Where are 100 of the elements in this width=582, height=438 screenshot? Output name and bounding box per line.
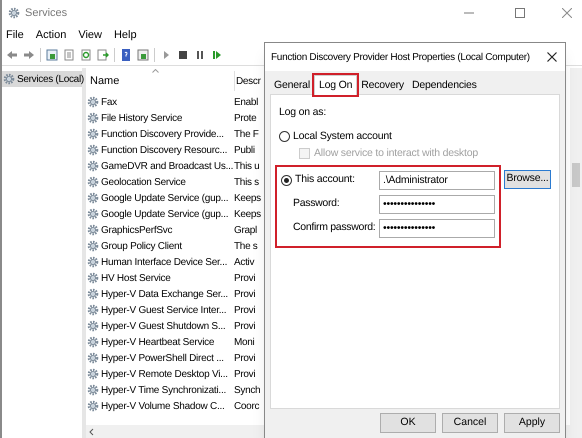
tab[interactable]: Dependencies [408,77,481,94]
menu-item[interactable]: Action [36,26,66,44]
menu-item[interactable]: View [78,26,102,44]
gear-icon [87,384,99,396]
service-description: Synch [233,384,260,398]
gear-icon [87,368,99,380]
service-name[interactable]: File History Service [101,110,182,126]
help-icon[interactable] [120,48,132,60]
browse-button[interactable]: Browse... [504,170,551,189]
radio-label: Local System account [293,128,392,144]
service-description: Keeps [233,208,261,222]
service-description: The s [233,240,258,254]
sort-caret-icon [152,69,159,73]
gear-icon [87,304,99,316]
password-field[interactable]: ••••••••••••••• [379,218,495,238]
gear-icon [87,288,99,300]
service-description: Provi [233,304,256,318]
refresh-icon[interactable] [80,48,92,60]
service-name[interactable]: Group Policy Client [101,238,182,254]
gear-icon [87,160,99,172]
resume-icon[interactable] [211,48,223,60]
menu-item[interactable]: Help [114,26,137,44]
password-field[interactable]: ••••••••••••••• [379,194,495,214]
column-header[interactable]: Name [86,72,234,90]
forward-arrow-icon[interactable] [23,48,35,60]
service-description: Publi [233,144,255,158]
gear-icon [87,144,99,156]
service-description: Provi [233,320,256,334]
service-name[interactable]: Human Interface Device Ser... [101,254,228,270]
gear-icon [87,192,99,204]
gear-icon [87,256,99,268]
close-icon[interactable] [547,52,557,62]
stop-icon[interactable] [177,48,189,60]
gear-icon [87,400,99,412]
service-description: Enabl [233,96,258,110]
service-name[interactable]: Hyper-V Heartbeat Service [101,334,214,350]
service-name[interactable]: HV Host Service [101,270,171,286]
radio-label: This account: [295,172,355,188]
tab[interactable]: General [270,77,314,94]
gear-icon [87,272,99,284]
dialog-button[interactable]: Cancel [442,413,498,433]
tree-item[interactable]: Services (Local) [2,71,82,87]
service-name[interactable]: Geolocation Service [101,174,186,190]
window-icon[interactable] [137,48,149,60]
vertical-scrollbar[interactable] [570,68,582,425]
service-description: Keeps [233,192,261,206]
gear-icon [3,73,15,85]
menu-item[interactable]: File [6,26,24,44]
gear-icon [87,320,99,332]
gear-icon [87,112,99,124]
scrollbar-thumb[interactable] [572,163,580,187]
service-description: Provi [233,288,256,302]
dialog-button[interactable]: Apply [504,413,560,433]
radio-button[interactable] [281,174,292,186]
window-title: Services [25,6,68,21]
maximize-icon[interactable] [515,8,525,18]
pause-icon[interactable] [194,48,206,60]
gear-icon [87,240,99,252]
service-name[interactable]: Hyper-V Time Synchronizati... [101,382,226,398]
back-arrow-icon[interactable] [6,48,18,60]
service-name[interactable]: Hyper-V Guest Service Inter... [101,302,226,318]
service-name[interactable]: Fax [101,94,117,110]
gear-icon [8,7,20,19]
service-name[interactable]: Hyper-V Volume Shadow C... [101,398,225,414]
panel-icon[interactable] [46,48,58,60]
column-header[interactable]: Descr [235,74,261,88]
service-description: Moni [233,336,254,350]
dialog-title: Function Discovery Provider Host Properties (Local Computer) [271,50,531,64]
gear-icon [87,96,99,108]
section-label: Log on as: [279,105,328,120]
list-icon[interactable] [63,48,75,60]
dialog-button[interactable]: OK [380,413,436,433]
service-name[interactable]: Hyper-V PowerShell Direct ... [101,350,224,366]
export-icon[interactable] [97,48,109,60]
account-field[interactable]: .\Administrator [379,170,495,190]
service-description: This u [233,160,260,174]
service-name[interactable]: GameDVR and Broadcast Us... [101,158,234,174]
gear-icon [87,208,99,220]
tab[interactable]: Log On [314,75,358,95]
service-name[interactable]: Google Update Service (gup... [101,206,228,222]
gear-icon [87,224,99,236]
scroll-left-icon[interactable] [89,428,94,436]
radio-button[interactable] [279,131,290,142]
service-name[interactable]: Hyper-V Remote Desktop Vi... [101,366,228,382]
tab[interactable]: Recovery [357,77,408,94]
service-description: Prote [233,112,256,126]
service-description: Provi [233,352,256,366]
service-name[interactable]: Function Discovery Resourc... [101,142,228,158]
service-description: The F [233,128,259,142]
field-label: Confirm password: [293,220,376,236]
service-name[interactable]: GraphicsPerfSvc [101,222,172,238]
service-name[interactable]: Hyper-V Data Exchange Ser... [101,286,228,302]
service-description: Activ [233,256,254,270]
checkbox-label: Allow service to interact with desktop [314,146,478,161]
service-name[interactable]: Function Discovery Provide... [101,126,224,142]
gear-icon [87,128,99,140]
service-description: This s [233,176,259,190]
gear-icon [87,352,99,364]
service-name[interactable]: Google Update Service (gup... [101,190,228,206]
service-name[interactable]: Hyper-V Guest Shutdown S... [101,318,226,334]
